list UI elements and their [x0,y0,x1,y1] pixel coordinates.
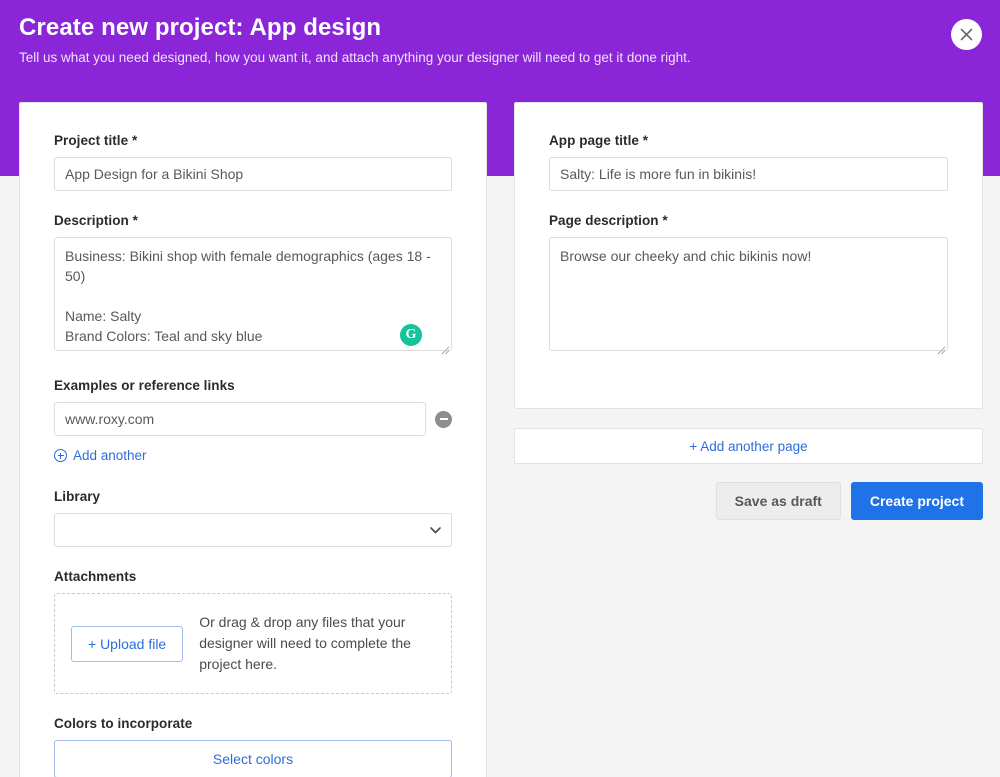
reference-link-input[interactable] [54,402,426,436]
app-page-title-field: App page title * [549,133,948,191]
description-label: Description * [54,213,452,228]
reference-link-row [54,402,452,436]
create-project-modal: Create new project: App design Tell us w… [0,0,1000,777]
page-description-field: Page description * Browse our cheeky and… [549,213,948,356]
attachments-label: Attachments [54,569,452,584]
attachments-field: Attachments + Upload file Or drag & drop… [54,569,452,694]
reference-links-field: Examples or reference links Add another [54,378,452,467]
page-description-label: Page description * [549,213,948,228]
app-page-title-label: App page title * [549,133,948,148]
close-button[interactable] [951,19,982,50]
select-colors-button[interactable]: Select colors [54,740,452,777]
library-field: Library [54,489,452,547]
library-label: Library [54,489,452,504]
description-textarea-wrapper: Business: Bikini shop with female demogr… [54,237,452,356]
reference-links-label: Examples or reference links [54,378,452,393]
page-description-textarea-wrapper: Browse our cheeky and chic bikinis now! [549,237,948,356]
add-another-link-button[interactable]: Add another [54,448,147,463]
project-details-panel: Project title * Description * Business: … [19,102,487,777]
colors-label: Colors to incorporate [54,716,452,731]
library-select-wrapper [54,513,452,547]
library-select[interactable] [54,513,452,547]
modal-actions: Save as draft Create project [514,482,983,520]
add-another-page-button[interactable]: + Add another page [514,428,983,464]
project-title-label: Project title * [54,133,452,148]
project-title-field: Project title * [54,133,452,191]
close-icon [960,28,973,41]
description-field: Description * Business: Bikini shop with… [54,213,452,356]
app-page-panel: App page title * Page description * Brow… [514,102,983,409]
app-page-title-input[interactable] [549,157,948,191]
project-title-input[interactable] [54,157,452,191]
add-another-link-label: Add another [73,448,147,463]
colors-field: Colors to incorporate Select colors [54,716,452,777]
save-as-draft-button[interactable]: Save as draft [716,482,841,520]
upload-file-button[interactable]: + Upload file [71,626,183,662]
attachments-dropzone[interactable]: + Upload file Or drag & drop any files t… [54,593,452,694]
page-title: Create new project: App design [19,14,381,42]
description-textarea[interactable]: Business: Bikini shop with female demogr… [54,237,452,351]
plus-circle-icon [54,449,67,462]
page-subtitle: Tell us what you need designed, how you … [19,50,691,65]
dropzone-instructions: Or drag & drop any files that your desig… [199,612,435,675]
create-project-button[interactable]: Create project [851,482,983,520]
page-description-textarea[interactable]: Browse our cheeky and chic bikinis now! [549,237,948,351]
minus-circle-icon[interactable] [435,411,452,428]
grammarly-g-icon[interactable]: G [400,324,422,346]
